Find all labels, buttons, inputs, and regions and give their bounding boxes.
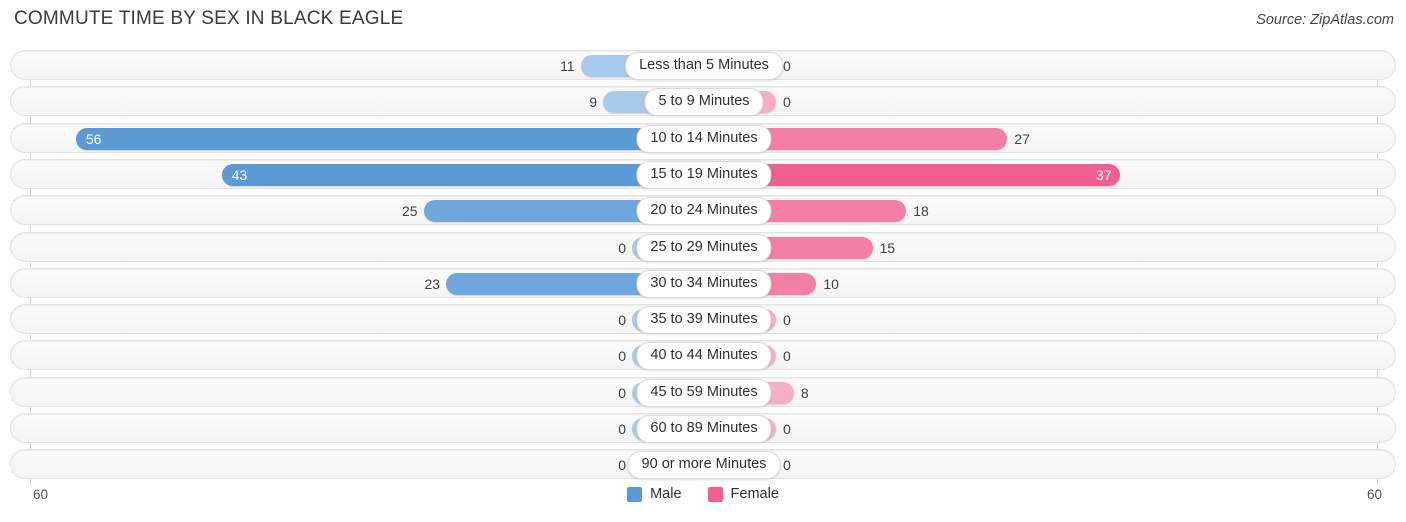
bar-group: 25 18 20 to 24 Minutes bbox=[11, 196, 1397, 226]
bar-value-male: 25 bbox=[402, 203, 418, 220]
bar-value-male: 23 bbox=[424, 275, 441, 292]
chart-row[interactable]: 0 0 90 or more Minutes bbox=[10, 449, 1397, 480]
chart-legend: Male Female bbox=[0, 486, 1406, 502]
bar-group: 0 0 60 to 89 Minutes bbox=[11, 414, 1397, 444]
chart-row[interactable]: 56 27 10 to 14 Minutes bbox=[10, 122, 1397, 154]
bar-male[interactable] bbox=[221, 163, 704, 186]
bar-value-male: 0 bbox=[618, 348, 626, 365]
bar-group: 23 10 30 to 34 Minutes bbox=[11, 269, 1397, 299]
category-label-pill[interactable]: 30 to 34 Minutes bbox=[636, 269, 772, 298]
bar-value-male: 0 bbox=[618, 457, 626, 474]
bar-value-male: 56 bbox=[85, 130, 102, 147]
legend-label-male: Male bbox=[650, 486, 682, 502]
plot-area: 11 0 Less than 5 Minutes 9 0 5 to 9 Minutes 56… bbox=[10, 50, 1396, 485]
category-label-pill[interactable]: 25 to 29 Minutes bbox=[636, 233, 772, 262]
category-label-pill[interactable]: 5 to 9 Minutes bbox=[644, 88, 764, 117]
bar-value-male: 0 bbox=[618, 421, 626, 437]
category-label-pill[interactable]: Less than 5 Minutes bbox=[625, 52, 783, 80]
bar-value-male: 0 bbox=[618, 312, 626, 329]
chart-row[interactable]: 25 18 20 to 24 Minutes bbox=[10, 195, 1397, 226]
source-attribution: Source: ZipAtlas.com bbox=[1256, 12, 1394, 28]
bar-value-female: 18 bbox=[913, 203, 929, 220]
chart-row[interactable]: 0 0 35 to 39 Minutes bbox=[10, 304, 1397, 335]
legend-label-female: Female bbox=[730, 486, 779, 502]
bar-group: 0 0 40 to 44 Minutes bbox=[11, 341, 1397, 371]
legend-item-female[interactable]: Female bbox=[707, 486, 779, 502]
chart-row[interactable]: 23 10 30 to 34 Minutes bbox=[10, 267, 1397, 299]
chart-container: COMMUTE TIME BY SEX IN BLACK EAGLE Sourc… bbox=[0, 0, 1406, 522]
bar-group: 56 27 10 to 14 Minutes bbox=[11, 124, 1397, 154]
bar-group: 43 37 15 to 19 Minutes bbox=[11, 160, 1397, 190]
bar-value-female: 0 bbox=[783, 58, 791, 74]
bar-value-female: 27 bbox=[1014, 130, 1030, 147]
chart-row[interactable]: 9 0 5 to 9 Minutes bbox=[10, 86, 1397, 117]
bar-value-female: 37 bbox=[1096, 166, 1112, 183]
bar-value-female: 10 bbox=[823, 275, 839, 292]
bar-group: 0 15 25 to 29 Minutes bbox=[11, 233, 1397, 263]
bar-value-female: 0 bbox=[783, 348, 791, 365]
legend-item-male[interactable]: Male bbox=[627, 486, 682, 502]
bar-value-male: 9 bbox=[589, 94, 598, 111]
bar-group: 0 0 35 to 39 Minutes bbox=[11, 305, 1397, 335]
chart-row[interactable]: 43 37 15 to 19 Minutes bbox=[10, 158, 1397, 190]
bar-group: 9 0 5 to 9 Minutes bbox=[11, 87, 1397, 117]
category-label-pill[interactable]: 15 to 19 Minutes bbox=[636, 160, 772, 189]
bar-value-female: 0 bbox=[783, 457, 791, 474]
bar-value-male: 0 bbox=[618, 239, 626, 256]
bar-group: 0 0 90 or more Minutes bbox=[11, 450, 1397, 480]
bar-value-female: 0 bbox=[783, 94, 791, 111]
bar-value-female: 0 bbox=[783, 421, 791, 437]
category-label-pill[interactable]: 10 to 14 Minutes bbox=[636, 124, 772, 153]
chart-row[interactable]: 0 8 45 to 59 Minutes bbox=[10, 376, 1397, 408]
bar-value-female: 15 bbox=[879, 239, 896, 256]
category-label-pill[interactable]: 20 to 24 Minutes bbox=[636, 197, 772, 226]
category-label-pill[interactable]: 35 to 39 Minutes bbox=[636, 306, 772, 335]
category-label-pill[interactable]: 90 or more Minutes bbox=[627, 451, 781, 480]
bar-male[interactable] bbox=[75, 127, 704, 150]
bar-value-female: 0 bbox=[783, 312, 791, 329]
chart-row[interactable]: 11 0 Less than 5 Minutes bbox=[10, 50, 1396, 80]
bar-value-male: 11 bbox=[560, 58, 575, 74]
bar-value-female: 8 bbox=[800, 384, 809, 401]
category-label-pill[interactable]: 45 to 59 Minutes bbox=[636, 378, 772, 407]
bar-group: 11 0 Less than 5 Minutes bbox=[11, 51, 1397, 81]
category-label-pill[interactable]: 60 to 89 Minutes bbox=[636, 415, 772, 443]
bar-value-male: 0 bbox=[618, 384, 626, 401]
chart-row[interactable]: 0 0 60 to 89 Minutes bbox=[10, 413, 1396, 443]
page-title: COMMUTE TIME BY SEX IN BLACK EAGLE bbox=[14, 8, 404, 29]
chart-row[interactable]: 0 0 40 to 44 Minutes bbox=[10, 340, 1397, 371]
legend-swatch-male-icon bbox=[627, 486, 643, 502]
bar-value-male: 43 bbox=[231, 166, 248, 183]
chart-row[interactable]: 0 15 25 to 29 Minutes bbox=[10, 231, 1397, 263]
legend-swatch-female-icon bbox=[707, 486, 723, 502]
category-label-pill[interactable]: 40 to 44 Minutes bbox=[636, 342, 772, 371]
bar-group: 0 8 45 to 59 Minutes bbox=[11, 378, 1397, 408]
